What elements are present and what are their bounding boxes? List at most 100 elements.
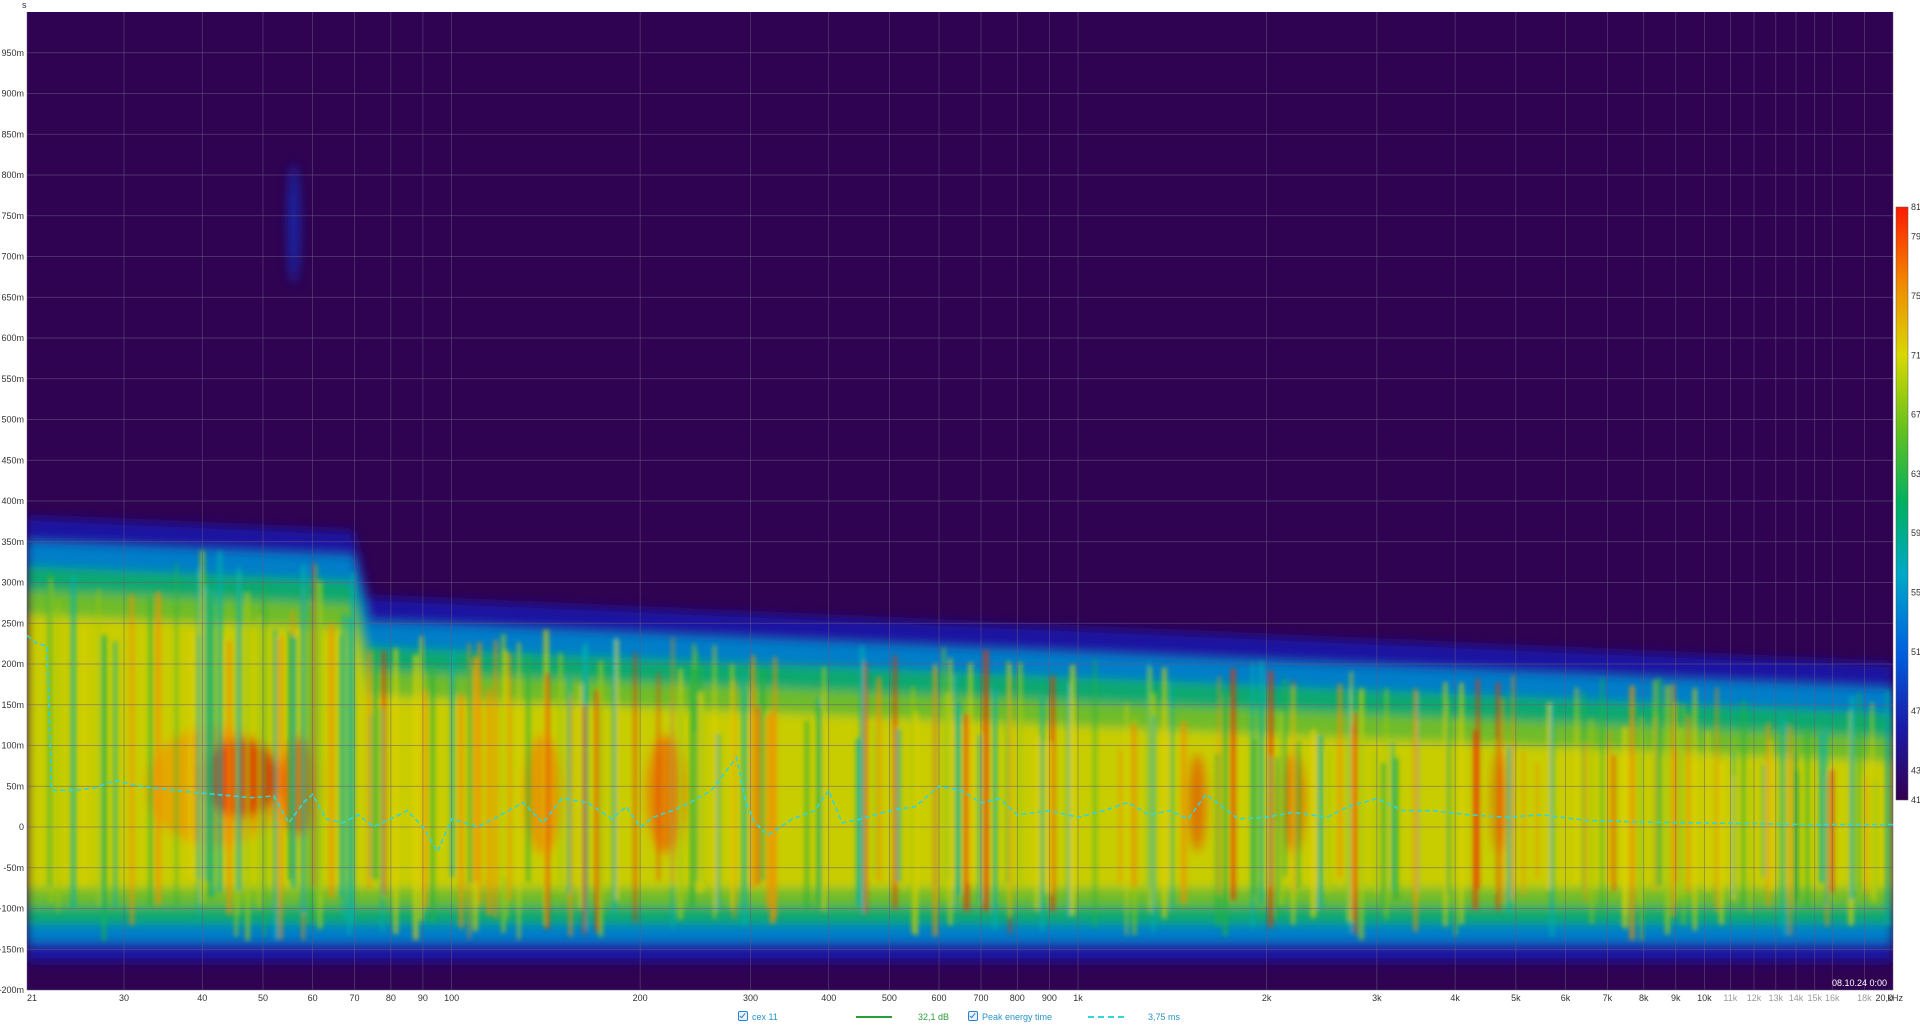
heatmap-streak — [1148, 667, 1152, 913]
heatmap-streak — [393, 648, 398, 934]
x-tick-label: 3k — [1372, 993, 1382, 1003]
heatmap-streak — [197, 635, 201, 878]
heatmap-streak — [1512, 675, 1515, 900]
heatmap-streak — [517, 642, 521, 940]
heatmap-streak — [71, 575, 76, 909]
heatmap-streak — [1223, 694, 1228, 937]
heatmap-streak — [477, 642, 482, 905]
heatmap-streak — [1858, 692, 1861, 890]
heatmap-streak — [690, 668, 695, 908]
heatmap-streak — [97, 588, 100, 906]
y-tick-label: 200m — [1, 659, 24, 669]
heatmap-streak — [1018, 662, 1023, 883]
colorbar-tick-label: 55 — [1911, 587, 1920, 597]
y-tick-label: 900m — [1, 89, 24, 99]
y-tick-label: 450m — [1, 455, 24, 465]
heatmap-streak — [503, 649, 507, 877]
heatmap-streak — [1093, 659, 1097, 928]
x-tick-label: 2k — [1262, 993, 1272, 1003]
heatmap-streak — [1162, 667, 1167, 919]
heatmap-streak — [1715, 687, 1719, 911]
colorbar-tick-label: 67 — [1911, 410, 1920, 420]
heatmap-streak — [1393, 757, 1399, 900]
x-tick-label: 40 — [197, 993, 207, 1003]
heatmap-streak — [859, 646, 865, 913]
heatmap-streak — [263, 582, 266, 938]
y-tick-label: 550m — [1, 374, 24, 384]
heatmap-streak — [1359, 690, 1364, 940]
legend-value-cex11: 32,1 dB — [918, 1012, 950, 1022]
heatmap-streak — [367, 650, 371, 890]
heatmap-streak — [317, 580, 323, 929]
heatmap-streak — [1507, 747, 1512, 915]
heatmap-streak — [1317, 735, 1323, 909]
legend-swatch-peak-energy — [1088, 1016, 1124, 1018]
x-tick-label: 300 — [743, 993, 758, 1003]
heatmap-streak — [312, 562, 316, 888]
x-tick-label: 30 — [119, 993, 129, 1003]
heatmap-streak — [486, 689, 492, 916]
heatmap-streak — [227, 641, 232, 915]
x-tick-label: 700 — [973, 993, 988, 1003]
heatmap-streak — [1296, 741, 1300, 889]
heatmap-streak — [751, 665, 754, 882]
heatmap-streak — [291, 636, 297, 889]
heatmap-reflection — [287, 163, 300, 284]
x-tick-label: 12k — [1747, 993, 1762, 1003]
heatmap-streak — [1665, 685, 1670, 935]
colorbar-tick-label: 59 — [1911, 528, 1920, 538]
x-tick-label: 4k — [1450, 993, 1460, 1003]
x-tick-label: 100 — [444, 993, 459, 1003]
x-tick-label: 8k — [1639, 993, 1649, 1003]
y-tick-label: 850m — [1, 129, 24, 139]
x-tick-label: 60 — [308, 993, 318, 1003]
x-tick-label: 21 — [27, 993, 37, 1003]
colorbar-gradient — [1895, 206, 1909, 801]
heatmap-streak — [671, 637, 674, 884]
heatmap-streak — [351, 572, 355, 924]
heatmap-streak — [450, 651, 455, 877]
heatmap-streak — [1171, 681, 1174, 911]
x-tick-label: 500 — [882, 993, 897, 1003]
heatmap-streak — [1446, 702, 1451, 896]
heatmap-streak — [1251, 737, 1257, 895]
heatmap-streak — [1779, 712, 1782, 928]
heatmap-streak — [381, 708, 384, 933]
heatmap-streak — [1788, 724, 1792, 936]
heatmap-streak — [1259, 661, 1264, 904]
legend-checkbox-cex11[interactable] — [738, 1011, 748, 1021]
y-tick-label: 800m — [1, 170, 24, 180]
heatmap-streak — [1819, 732, 1825, 883]
legend-checkbox-peak-energy[interactable] — [968, 1011, 978, 1021]
x-axis: 21 30 40 50 60 70 80 90 100 200 300 400 500 600 700 800… — [27, 993, 1893, 1003]
heatmap-streak — [1283, 678, 1287, 877]
heatmap-streak — [156, 592, 161, 906]
heatmap-streak — [545, 672, 550, 930]
x-tick-label: 13k — [1769, 993, 1784, 1003]
heatmap-streak — [1346, 736, 1350, 922]
heatmap-streak — [633, 652, 637, 923]
heatmap-streak — [1119, 749, 1122, 883]
heatmap-streak — [1034, 738, 1038, 911]
heatmap-streak — [911, 686, 915, 934]
heatmap-streak — [1766, 722, 1770, 906]
colorbar-tick-label: 51 — [1911, 647, 1920, 657]
heatmap-streak — [1825, 726, 1828, 906]
legend-label-peak-energy: Peak energy time — [982, 1012, 1053, 1022]
x-tick-label: 15k — [1807, 993, 1822, 1003]
x-axis-label: kHz — [1888, 993, 1904, 1003]
heatmap-streak — [741, 673, 745, 925]
x-tick-label: 90 — [418, 993, 428, 1003]
heatmap-streak — [526, 654, 530, 882]
y-tick-label: 700m — [1, 252, 24, 262]
heatmap-streak — [1496, 682, 1500, 911]
heatmap-streak — [1805, 727, 1809, 909]
heatmap-streak — [1040, 696, 1045, 931]
heatmap-streak — [1125, 703, 1128, 936]
heatmap-streak — [1608, 731, 1611, 882]
heatmap-streak — [1459, 682, 1464, 925]
heatmap-streak — [278, 636, 283, 940]
heatmap-streak — [1391, 742, 1394, 891]
colorbar-tick-label: 81 — [1911, 202, 1920, 212]
y-tick-label: -50m — [3, 863, 24, 873]
